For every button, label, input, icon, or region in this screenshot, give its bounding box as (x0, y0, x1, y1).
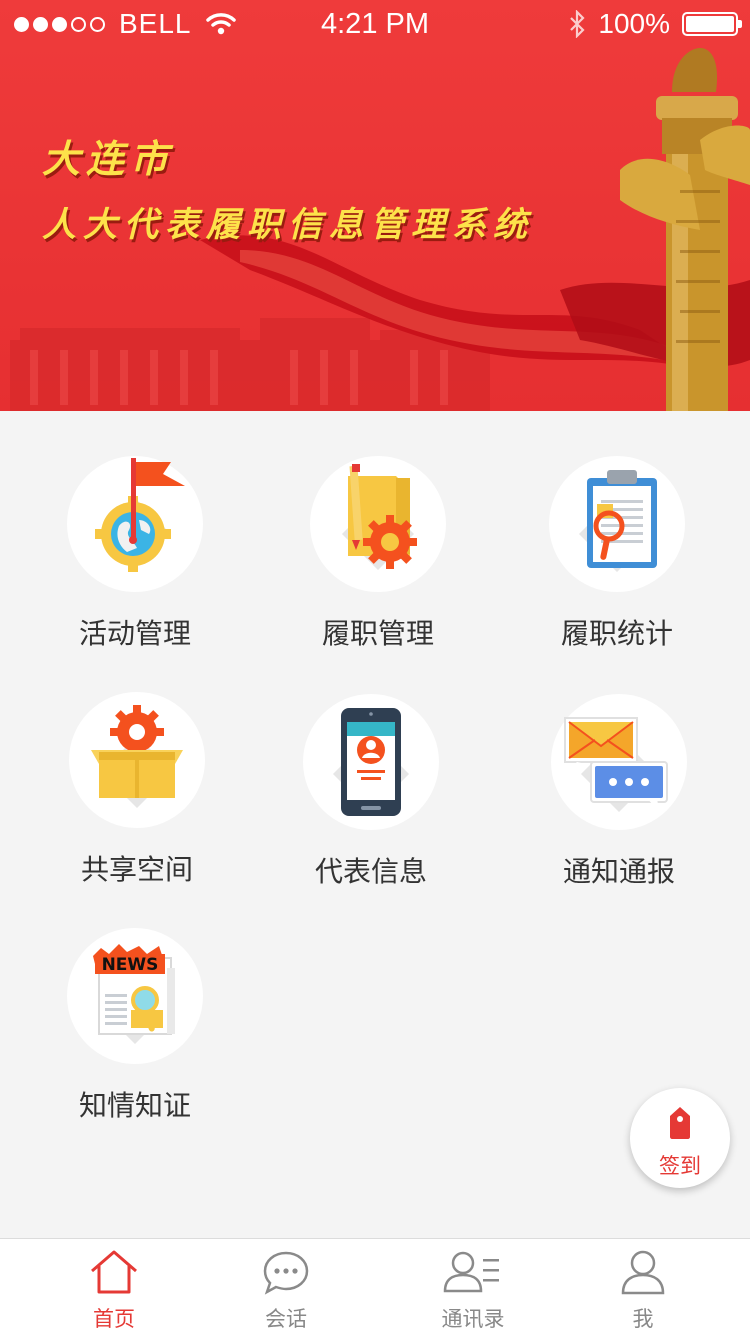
chat-bubble-icon (263, 1251, 309, 1295)
folder-gear-icon (310, 456, 446, 592)
menu-item-awareness[interactable]: NEWS 知情知证 (15, 928, 255, 1128)
banner-title-system: 人大代表履职信息管理系统 (42, 205, 534, 245)
tab-conversations[interactable]: 会话 (226, 1239, 346, 1334)
checkin-label: 签到 (659, 1154, 701, 1178)
menu-item-notice-bulletin[interactable]: 通知通报 (499, 694, 739, 894)
menu-label: 共享空间 (80, 853, 193, 886)
tab-contacts[interactable]: 通讯录 (413, 1239, 533, 1334)
menu-label: 知情知证 (78, 1089, 191, 1122)
menu-label: 活动管理 (78, 617, 191, 650)
menu-item-shared-space[interactable]: 共享空间 (17, 692, 257, 892)
tab-home[interactable]: 首页 (54, 1239, 174, 1334)
status-bar: BELL 4:21 PM 100% (0, 0, 750, 52)
news-magnifier-icon: NEWS (67, 928, 203, 1064)
banner-title: 大连市 人大代表履职信息管理系统 (42, 128, 534, 246)
menu-label: 履职统计 (560, 617, 673, 650)
tab-me[interactable]: 我 (583, 1239, 703, 1334)
bottom-tab-bar: 首页 会话 通讯录 我 (0, 1238, 750, 1334)
menu-item-activity-management[interactable]: 活动管理 (15, 456, 255, 656)
phone-profile-icon (303, 694, 439, 830)
menu-item-duty-statistics[interactable]: 履职统计 (497, 456, 737, 656)
tab-label: 会话 (265, 1307, 307, 1331)
box-gear-icon (69, 692, 205, 828)
menu-item-duty-management[interactable]: 履职管理 (258, 456, 498, 656)
menu-label: 通知通报 (562, 855, 675, 888)
tag-icon (670, 1107, 690, 1139)
menu-label: 履职管理 (321, 617, 434, 650)
menu-label: 代表信息 (314, 855, 427, 888)
contacts-icon (443, 1251, 499, 1293)
flag-globe-gear-icon (67, 456, 203, 592)
header-banner: BELL 4:21 PM 100% 大连市 人大代表履职信息管理系统 (0, 0, 750, 411)
battery-icon (682, 12, 742, 36)
tab-label: 首页 (93, 1307, 135, 1331)
battery-percent: 100% (598, 8, 670, 39)
tab-label: 我 (632, 1307, 654, 1331)
clipboard-magnifier-icon (549, 456, 685, 592)
checkin-button[interactable]: 签到 (630, 1088, 730, 1188)
banner-title-city: 大连市 (42, 136, 175, 181)
news-badge-text: NEWS (102, 955, 159, 975)
envelope-chat-icon (551, 694, 687, 830)
user-icon (621, 1250, 665, 1295)
home-icon (91, 1250, 137, 1294)
bluetooth-icon (570, 10, 585, 38)
menu-item-representative-info[interactable]: 代表信息 (251, 694, 491, 894)
tab-label: 通讯录 (441, 1307, 505, 1331)
